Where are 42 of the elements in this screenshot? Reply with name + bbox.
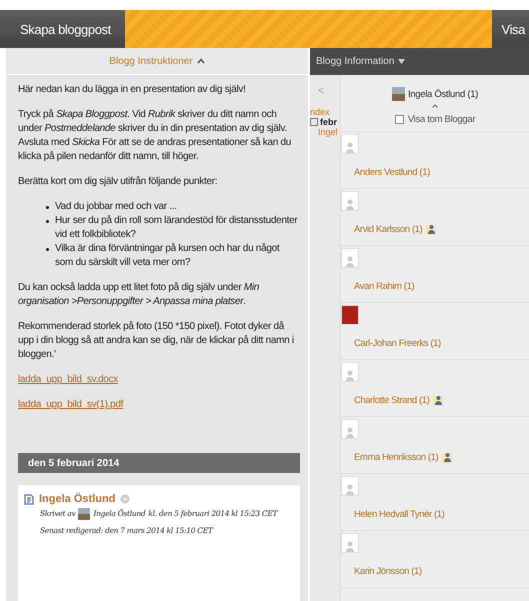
bullet-text: Hur ser du på din roll som lärandestöd för distansstudenter vid ett folkbibliotek? (55, 214, 298, 242)
user-link[interactable]: Avan Rahim (1) (354, 281, 414, 292)
instruction-paragraph: Tryck på Skapa Bloggpost. Vid Rubrik skriver du ditt namn och under Postmeddelande skriver du in din presentation av dig själv. Avsluta med Skicka För att se de andras presentationer så kan du klicka på pilen nedanför ditt namn, till höger. (18, 108, 292, 164)
user-link[interactable]: Charlotte Strand (1) (354, 395, 444, 406)
create-post-button[interactable]: Skapa bloggpost (0, 10, 125, 48)
file-link[interactable]: ladda_upp_bild_sv.docx (18, 373, 118, 387)
show-empty-checkbox[interactable]: Visa tom Bloggar (394, 114, 476, 125)
bullet-icon (46, 206, 49, 209)
bullet-icon (46, 248, 49, 251)
person-icon (426, 224, 436, 234)
user-link[interactable]: Karin Jönsson (1) (354, 566, 422, 577)
document-icon (24, 494, 34, 504)
blog-info-toggle[interactable]: Blogg Information (310, 48, 529, 75)
instruction-paragraph: Här nedan kan du lägga in en presentation av dig själv! (18, 83, 247, 97)
file-link[interactable]: ladda_upp_bild_sv(1).pdf (18, 398, 124, 412)
bullet-text: Vilka är dina förväntningar på kursen och har du något som du särskilt vill veta mer om? (55, 242, 281, 270)
user-link[interactable]: Emma Henriksson (1) (354, 452, 452, 463)
tree-node[interactable]: febr (320, 117, 338, 127)
current-user[interactable]: Ingela Östlund (1) (408, 88, 478, 100)
bullet-text: Vad du jobbar med och var ... (55, 200, 177, 214)
user-link[interactable]: Anders Vestlund (1) (354, 167, 430, 178)
user-link[interactable]: Carl-Johan Freerks (1) (354, 338, 441, 349)
instruction-paragraph: Berätta kort om dig själv utifrån följande punkter: (18, 175, 218, 189)
person-icon (433, 396, 444, 406)
instruction-paragraph: Du kan också ladda upp ett litet foto på dig själv under Min organisation >Personuppgifter > Anpassa mina platser. (18, 281, 260, 309)
instruction-paragraph: Rekommenderad storlek på foto (150 *150 pixel). Fotot dyker då upp i din blogg så att andra kan se dig, när de klickar på ditt namn i bloggen.' (18, 320, 295, 362)
tree-link[interactable]: ndex (310, 107, 330, 117)
person-icon (442, 452, 452, 462)
back-button[interactable]: < (318, 85, 324, 97)
chevron-icon (196, 58, 205, 64)
tree-link[interactable]: Ingel (318, 127, 338, 137)
caret-icon (398, 59, 406, 64)
user-link[interactable]: Arvid Karlsson (1) (354, 224, 436, 235)
author-photo (78, 508, 90, 520)
date-header: den 5 februari 2014 (18, 453, 300, 473)
view-button[interactable]: Visa (492, 10, 529, 48)
collapse-icon[interactable] (310, 118, 318, 126)
user-link[interactable]: Helen Hedvall Tynér (1) (354, 509, 444, 520)
bullet-icon (46, 220, 49, 223)
user-photo (392, 87, 405, 101)
post-title[interactable]: Ingela Östlund (39, 493, 116, 505)
chevron-icon[interactable] (432, 104, 438, 108)
